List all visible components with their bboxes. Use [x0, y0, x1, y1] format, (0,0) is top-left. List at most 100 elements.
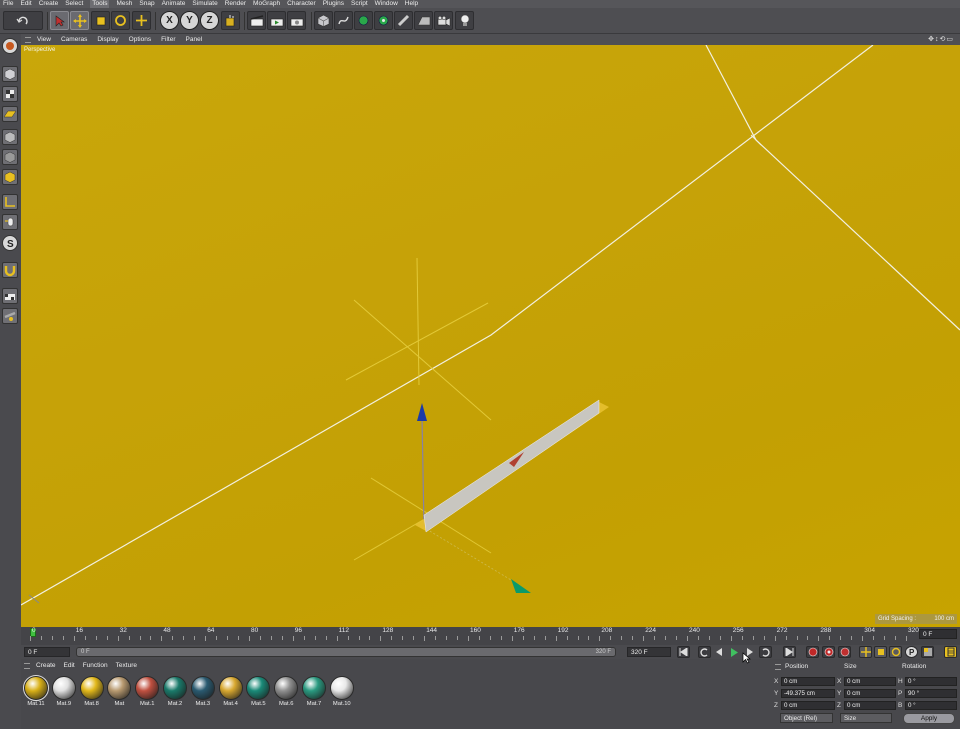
menu-simulate[interactable]: Simulate	[192, 0, 217, 8]
viewport-menu-panel[interactable]: Panel	[186, 36, 203, 43]
rotation-b-field[interactable]: 0 °	[905, 701, 957, 710]
sculpt-tool-button[interactable]	[2, 308, 18, 324]
panel-grip[interactable]	[775, 664, 781, 670]
position-z-field[interactable]: 0 cm	[781, 701, 835, 710]
material-swatch[interactable]: Mat.4	[218, 676, 244, 709]
rotation-h-field[interactable]: 0 °	[905, 677, 957, 686]
polygons-mode-button[interactable]	[2, 169, 18, 185]
material-swatch[interactable]: Mat.10	[329, 676, 355, 709]
points-mode-button[interactable]	[2, 129, 18, 145]
undo-button[interactable]	[3, 11, 43, 30]
render-settings-button[interactable]	[287, 11, 306, 30]
viewport-menu-view[interactable]: View	[37, 36, 51, 43]
menu-mograph[interactable]: MoGraph	[253, 0, 280, 8]
rotate-tool-button[interactable]	[111, 11, 130, 30]
material-swatch[interactable]: Mat.7	[301, 676, 327, 709]
material-swatch[interactable]: Mat.8	[79, 676, 105, 709]
play-button[interactable]	[728, 646, 741, 658]
size-z-field[interactable]: 0 cm	[844, 701, 896, 710]
key-rotation-button[interactable]	[889, 646, 902, 658]
material-swatch[interactable]: Mat.3	[190, 676, 216, 709]
menu-select[interactable]: Select	[65, 0, 83, 8]
z-axis-toggle[interactable]: Z	[200, 11, 219, 30]
workplane-mode-button[interactable]	[2, 106, 18, 122]
menu-window[interactable]: Window	[375, 0, 398, 8]
coordinate-mode-dropdown[interactable]: Object (Rel)	[780, 713, 833, 723]
menu-create[interactable]: Create	[39, 0, 59, 8]
viewport-menu-display[interactable]: Display	[97, 36, 118, 43]
panel-grip[interactable]	[24, 662, 30, 669]
menu-character[interactable]: Character	[287, 0, 316, 8]
tweak-mode-button[interactable]	[2, 214, 18, 230]
timeline-window-button[interactable]	[944, 646, 957, 658]
y-axis-toggle[interactable]: Y	[180, 11, 199, 30]
start-frame-field[interactable]: 0 F	[24, 647, 70, 657]
key-position-button[interactable]	[859, 646, 872, 658]
material-swatch[interactable]: Mat.2	[162, 676, 188, 709]
go-to-end-button[interactable]	[783, 646, 796, 658]
material-menu-edit[interactable]: Edit	[64, 662, 75, 669]
material-menu-function[interactable]: Function	[83, 662, 108, 669]
material-menu-create[interactable]: Create	[36, 662, 56, 669]
viewport-menu-options[interactable]: Options	[129, 36, 151, 43]
current-frame-field[interactable]: 0 F	[919, 629, 957, 639]
keyframe-selection-button[interactable]	[838, 646, 851, 658]
perspective-viewport[interactable]: Perspective Grid Spacing : 100 cm	[21, 45, 960, 627]
viewport-menu-cameras[interactable]: Cameras	[61, 36, 87, 43]
key-parameter-button[interactable]: P	[905, 646, 918, 658]
next-key-button[interactable]	[759, 646, 772, 658]
material-swatch[interactable]: Mat.11	[23, 675, 49, 709]
key-scale-button[interactable]	[874, 646, 887, 658]
panel-grip[interactable]	[25, 36, 31, 43]
material-swatch[interactable]: Mat.5	[245, 676, 271, 709]
edges-mode-button[interactable]	[2, 149, 18, 165]
add-light-button[interactable]	[455, 11, 474, 30]
paint-tool-button[interactable]	[2, 288, 18, 304]
x-axis-toggle[interactable]: X	[160, 11, 179, 30]
add-camera-button[interactable]	[434, 11, 453, 30]
menu-render[interactable]: Render	[225, 0, 246, 8]
add-spline-button[interactable]	[334, 11, 353, 30]
material-swatch[interactable]: Mat.9	[51, 676, 77, 709]
add-array-button[interactable]	[374, 11, 393, 30]
autokey-button[interactable]	[822, 646, 835, 658]
frame-range-slider[interactable]: 0 F 320 F	[76, 647, 616, 657]
menu-tools[interactable]: Tools	[90, 0, 110, 8]
menu-file[interactable]: File	[3, 0, 13, 8]
add-tool-button[interactable]	[132, 11, 151, 30]
key-pla-button[interactable]	[921, 646, 934, 658]
menu-snap[interactable]: Snap	[139, 0, 154, 8]
position-y-field[interactable]: -49.375 cm	[781, 689, 835, 698]
magnet-tool-button[interactable]	[2, 262, 18, 278]
menu-help[interactable]: Help	[405, 0, 418, 8]
live-selection-button[interactable]	[50, 11, 69, 30]
add-nurbs-button[interactable]	[354, 11, 373, 30]
size-y-field[interactable]: 0 cm	[844, 689, 896, 698]
rotation-p-field[interactable]: 90 °	[905, 689, 957, 698]
viewport-menu-filter[interactable]: Filter	[161, 36, 175, 43]
position-x-field[interactable]: 0 cm	[781, 677, 835, 686]
menu-plugins[interactable]: Plugins	[323, 0, 344, 8]
coordinate-system-button[interactable]	[221, 11, 240, 30]
apply-button[interactable]: Apply	[903, 713, 955, 724]
menu-mesh[interactable]: Mesh	[116, 0, 132, 8]
go-to-start-button[interactable]	[677, 646, 690, 658]
model-mode-button[interactable]	[2, 38, 18, 54]
timeline-ruler[interactable]: 0 16 32 48 64 80 96 112 128 144 160 176 192 208 224 240…	[24, 627, 919, 641]
axis-mode-button[interactable]	[2, 194, 18, 210]
record-keys-button[interactable]	[806, 646, 819, 658]
menu-edit[interactable]: Edit	[20, 0, 31, 8]
menu-animate[interactable]: Animate	[162, 0, 186, 8]
size-mode-dropdown[interactable]: Size	[840, 713, 892, 723]
render-picture-viewer-button[interactable]	[267, 11, 286, 30]
move-tool-button[interactable]	[70, 11, 89, 30]
material-swatch[interactable]: Mat.1	[134, 676, 160, 709]
previous-frame-button[interactable]	[713, 646, 726, 658]
viewport-navigation-icons[interactable]: ✥↕⟲▭	[928, 35, 954, 43]
scale-tool-button[interactable]	[91, 11, 110, 30]
material-swatch[interactable]: Mat	[106, 676, 132, 709]
previous-key-button[interactable]	[698, 646, 711, 658]
end-frame-field[interactable]: 320 F	[627, 647, 671, 657]
material-menu-texture[interactable]: Texture	[116, 662, 137, 669]
menu-script[interactable]: Script	[351, 0, 368, 8]
